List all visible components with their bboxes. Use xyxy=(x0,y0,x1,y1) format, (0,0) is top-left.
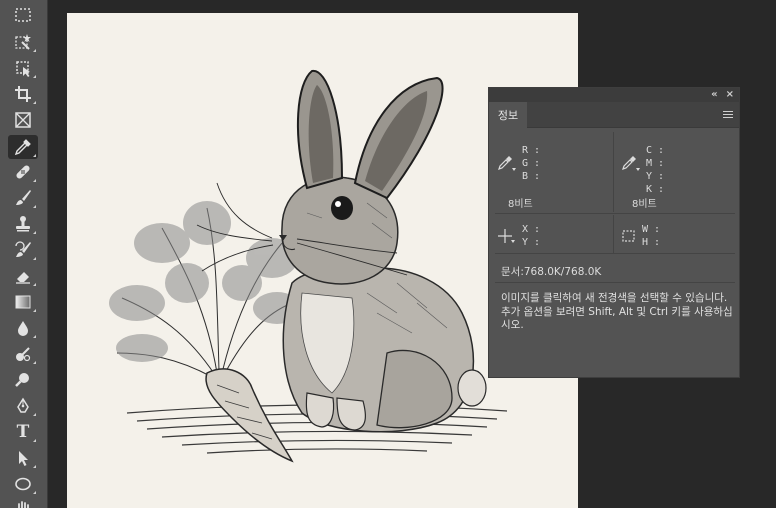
tool-flyout-indicator xyxy=(33,205,36,208)
text-icon: T xyxy=(16,421,30,442)
gradient-tool[interactable] xyxy=(8,290,38,314)
tool-flyout-indicator xyxy=(33,75,36,78)
cmyk-c-label: C : xyxy=(646,145,665,156)
frame-icon xyxy=(15,112,31,128)
path-selection-tool[interactable] xyxy=(8,446,38,470)
pos-y-label: Y : xyxy=(522,237,541,248)
section-divider xyxy=(495,282,735,283)
artboard-tool[interactable] xyxy=(8,56,38,80)
dodge-tool[interactable] xyxy=(8,342,38,366)
eyedropper-icon xyxy=(14,139,31,156)
rgb-g-label: G : xyxy=(522,158,541,169)
selection-size-icon xyxy=(622,230,635,242)
tool-flyout-indicator xyxy=(33,231,36,234)
cmyk-y-label: Y : xyxy=(646,171,665,182)
tool-flyout-indicator xyxy=(33,335,36,338)
rgb-bit-depth: 8비트 xyxy=(508,199,533,210)
cmyk-m-label: M : xyxy=(646,158,665,169)
crop-tool[interactable] xyxy=(8,82,38,106)
size-w-label: W : xyxy=(642,224,661,235)
size-h-label: H : xyxy=(642,237,661,248)
section-divider xyxy=(613,132,614,212)
section-divider xyxy=(613,215,614,253)
magic-select-icon xyxy=(15,34,31,50)
text-tool[interactable]: T xyxy=(8,420,38,444)
cmyk-bit-depth: 8비트 xyxy=(632,199,657,210)
pos-x-label: X : xyxy=(522,224,541,235)
tool-flyout-indicator xyxy=(33,154,36,157)
dropdown-arrow-icon[interactable] xyxy=(512,168,516,171)
brush-icon xyxy=(16,190,31,205)
artboard-icon xyxy=(16,61,30,77)
rgb-b-label: B : xyxy=(522,171,541,182)
eyedropper-tool[interactable] xyxy=(8,135,38,159)
bandage-icon xyxy=(16,165,30,179)
magnifier-icon xyxy=(15,373,29,387)
collapse-panel-icon[interactable]: « xyxy=(711,90,717,100)
tool-flyout-indicator xyxy=(33,491,36,494)
rectangular-marquee-tool[interactable] xyxy=(8,3,38,27)
eyedropper-icon xyxy=(498,156,512,170)
dropdown-arrow-icon[interactable] xyxy=(636,168,640,171)
close-panel-icon[interactable]: × xyxy=(726,90,734,100)
section-divider xyxy=(495,253,735,254)
tool-hint-text: 이미지를 클릭하여 새 전경색을 선택할 수 있습니다. 추가 옵션을 보려면 … xyxy=(501,292,733,331)
marquee-icon xyxy=(15,8,31,22)
history-brush-icon xyxy=(15,241,31,257)
tool-flyout-indicator xyxy=(33,49,36,52)
hand-icon xyxy=(18,501,29,508)
clone-stamp-tool[interactable] xyxy=(8,212,38,236)
dodge-icon xyxy=(16,347,31,362)
panel-menu-icon[interactable] xyxy=(723,111,733,119)
zoom-dodge-tool[interactable] xyxy=(8,368,38,392)
panel-tab-bar: 정보 xyxy=(489,102,739,128)
tool-flyout-indicator xyxy=(33,179,36,182)
brush-tool[interactable] xyxy=(8,186,38,210)
pen-icon xyxy=(17,397,29,413)
panel-header-bar: « × xyxy=(489,88,739,102)
arrow-select-icon xyxy=(19,451,28,466)
eyedropper-icon xyxy=(622,156,636,170)
ellipse-tool[interactable] xyxy=(8,472,38,496)
tool-flyout-indicator xyxy=(33,101,36,104)
tool-flyout-indicator xyxy=(33,361,36,364)
rgb-r-label: R : xyxy=(522,145,541,156)
eraser-icon xyxy=(16,272,30,284)
object-selection-tool[interactable] xyxy=(8,30,38,54)
tool-flyout-indicator xyxy=(33,413,36,416)
gradient-icon xyxy=(15,295,31,309)
ellipse-icon xyxy=(15,477,31,491)
hand-tool[interactable] xyxy=(8,497,38,508)
document-size: 문서:768.0K/768.0K xyxy=(501,266,602,278)
stamp-icon xyxy=(16,216,30,232)
dropdown-arrow-icon[interactable] xyxy=(511,240,515,243)
crop-icon xyxy=(15,86,31,102)
frame-tool[interactable] xyxy=(8,108,38,132)
blur-tool[interactable] xyxy=(8,316,38,340)
section-divider xyxy=(495,213,735,214)
tool-flyout-indicator xyxy=(33,309,36,312)
history-brush-tool[interactable] xyxy=(8,238,38,262)
info-panel: « × 정보 R : G : B : 8비트 C : M : Y : K : 8… xyxy=(488,87,740,378)
tools-panel: T xyxy=(0,0,48,508)
tool-flyout-indicator xyxy=(33,439,36,442)
healing-brush-tool[interactable] xyxy=(8,160,38,184)
droplet-icon xyxy=(18,321,28,336)
tool-flyout-indicator xyxy=(33,465,36,468)
pen-tool[interactable] xyxy=(8,394,38,418)
tool-flyout-indicator xyxy=(33,283,36,286)
tab-info[interactable]: 정보 xyxy=(489,102,527,128)
eraser-tool[interactable] xyxy=(8,264,38,288)
tool-flyout-indicator xyxy=(33,257,36,260)
